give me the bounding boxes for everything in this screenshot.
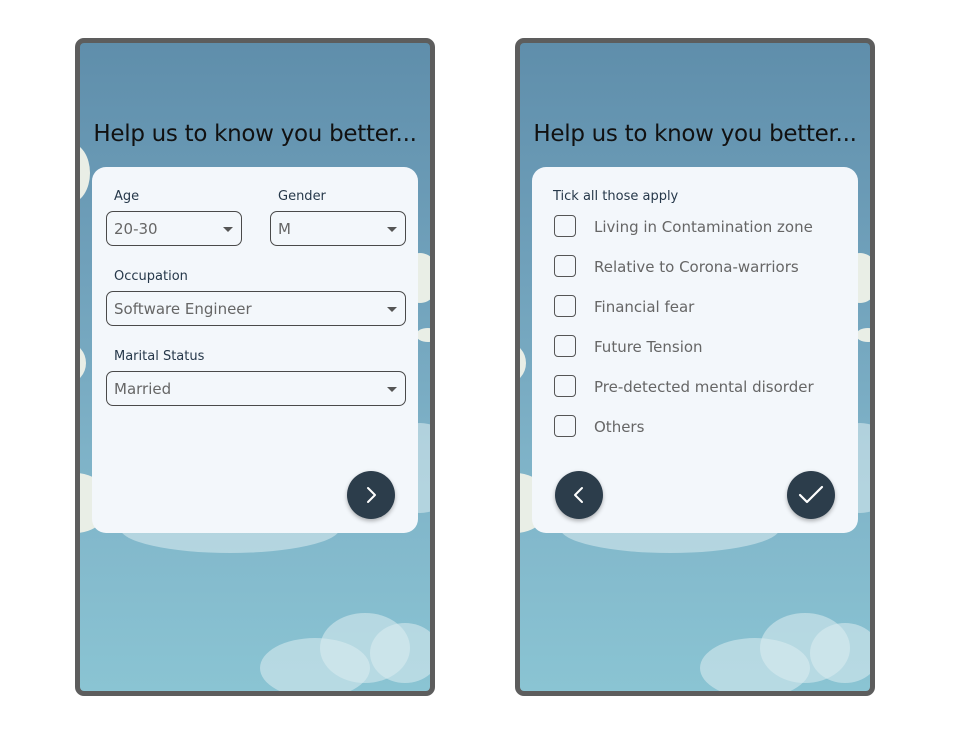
occupation-label: Occupation xyxy=(114,269,188,284)
cloud-decoration xyxy=(856,328,870,342)
cloud-decoration xyxy=(520,343,526,383)
cloud-decoration xyxy=(80,143,90,203)
checkbox-label: Others xyxy=(594,418,645,436)
cloud-decoration xyxy=(700,638,810,691)
checkbox[interactable] xyxy=(554,375,576,397)
cloud-decoration xyxy=(416,328,430,342)
profile-screen: Help us to know you better... Age 20-30 … xyxy=(75,38,435,696)
checkbox-label: Pre-detected mental disorder xyxy=(594,378,814,396)
concerns-screen: Help us to know you better... Tick all t… xyxy=(515,38,875,696)
cloud-decoration xyxy=(810,623,870,683)
checkbox[interactable] xyxy=(554,415,576,437)
page-title: Help us to know you better... xyxy=(93,121,417,147)
submit-button[interactable] xyxy=(787,471,835,519)
checkbox[interactable] xyxy=(554,215,576,237)
next-button[interactable] xyxy=(347,471,395,519)
checkbox-label: Future Tension xyxy=(594,338,703,356)
dropdown-arrow-icon xyxy=(223,227,233,232)
gender-select[interactable]: M xyxy=(270,211,406,246)
checkbox-label: Relative to Corona-warriors xyxy=(594,258,799,276)
back-button[interactable] xyxy=(555,471,603,519)
marital-status-value: Married xyxy=(114,380,172,398)
dropdown-arrow-icon xyxy=(387,227,397,232)
age-value: 20-30 xyxy=(114,220,158,238)
checkbox[interactable] xyxy=(554,255,576,277)
chevron-right-icon xyxy=(367,487,376,503)
checkbox-label: Financial fear xyxy=(594,298,695,316)
chevron-left-icon xyxy=(574,487,583,503)
checkbox[interactable] xyxy=(554,335,576,357)
checkmark-icon xyxy=(798,485,824,504)
marital-status-select[interactable]: Married xyxy=(106,371,406,406)
gender-label: Gender xyxy=(278,189,326,204)
checkbox[interactable] xyxy=(554,295,576,317)
occupation-value: Software Engineer xyxy=(114,300,252,318)
marital-status-label: Marital Status xyxy=(114,349,205,364)
cloud-decoration xyxy=(80,343,86,383)
instruction-label: Tick all those apply xyxy=(553,189,679,204)
age-select[interactable]: 20-30 xyxy=(106,211,242,246)
occupation-select[interactable]: Software Engineer xyxy=(106,291,406,326)
gender-value: M xyxy=(278,220,291,238)
age-label: Age xyxy=(114,189,140,204)
page-title: Help us to know you better... xyxy=(533,121,857,147)
checkbox-label: Living in Contamination zone xyxy=(594,218,813,236)
cloud-decoration xyxy=(370,623,430,683)
cloud-decoration xyxy=(260,638,370,691)
dropdown-arrow-icon xyxy=(387,387,397,392)
profile-form-card: Age 20-30 Gender M Occupation Software E… xyxy=(92,167,418,533)
concerns-form-card: Tick all those apply Living in Contamina… xyxy=(532,167,858,533)
dropdown-arrow-icon xyxy=(387,307,397,312)
